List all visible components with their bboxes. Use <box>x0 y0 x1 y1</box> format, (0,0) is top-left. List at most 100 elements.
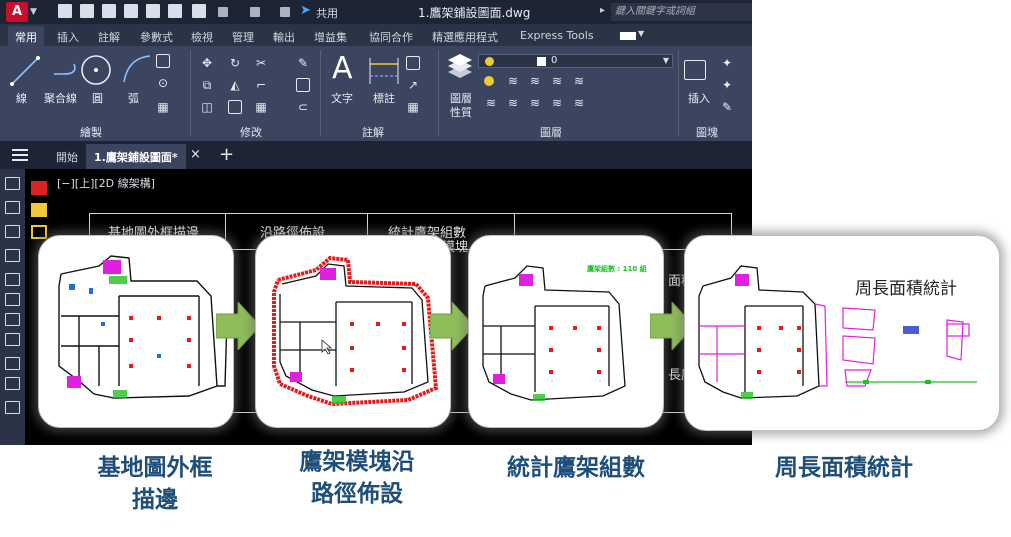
layer-off-icon[interactable] <box>484 76 494 86</box>
tab-featured-apps[interactable]: 精選應用程式 <box>432 29 498 45</box>
layer-manager-icon[interactable] <box>5 201 20 214</box>
stretch-icon[interactable]: ◫ <box>200 100 214 114</box>
corner-icon[interactable] <box>5 401 20 414</box>
copy-icon[interactable]: ⧉ <box>200 78 214 92</box>
close-icon[interactable]: × <box>190 147 201 162</box>
info-icon[interactable] <box>5 293 20 306</box>
redo-icon[interactable] <box>250 7 260 17</box>
grid-icon[interactable] <box>5 273 20 286</box>
osnap-icon[interactable] <box>5 333 20 346</box>
snap-icon[interactable] <box>5 313 20 326</box>
open-folder-icon[interactable] <box>80 4 94 18</box>
layer-properties-label-2[interactable]: 性質 <box>450 104 472 120</box>
tab-manage[interactable]: 管理 <box>232 29 254 45</box>
hatch-icon[interactable]: ⊙ <box>156 76 170 90</box>
tab-view[interactable]: 檢視 <box>191 29 213 45</box>
layer-freeze-icon[interactable]: ≋ <box>528 74 542 88</box>
print-icon[interactable] <box>192 4 206 18</box>
mirror-icon[interactable]: ◭ <box>228 78 242 92</box>
arc-button[interactable]: 弧 <box>128 90 139 106</box>
layer-thaw-icon[interactable]: ≋ <box>528 96 542 110</box>
tab-output[interactable]: 輸出 <box>273 29 295 45</box>
dimension-button[interactable]: 標註 <box>373 90 395 106</box>
tab-addins[interactable]: 增益集 <box>314 29 347 45</box>
layer-properties-icon[interactable] <box>444 52 476 82</box>
customize-qat-icon[interactable] <box>280 7 290 17</box>
palette-icon[interactable] <box>5 249 20 262</box>
line-button[interactable]: 線 <box>16 90 27 106</box>
tab-annotate[interactable]: 註解 <box>98 29 120 45</box>
trim-icon[interactable]: ✂ <box>254 56 268 70</box>
layer-isolate-icon[interactable]: ≋ <box>506 74 520 88</box>
layer-unlock-icon[interactable]: ≋ <box>550 96 564 110</box>
chevron-down-icon[interactable]: ▼ <box>638 29 644 38</box>
panel-divider <box>678 50 679 136</box>
layer-dropdown[interactable]: 0 ▼ <box>478 54 673 68</box>
share-button[interactable]: 共用 <box>316 5 338 21</box>
tab-parametric[interactable]: 參數式 <box>140 29 173 45</box>
layer-lock-icon[interactable]: ≋ <box>550 74 564 88</box>
move-icon[interactable]: ✥ <box>200 56 214 70</box>
edit-block-icon[interactable]: ✦ <box>720 78 734 92</box>
draw-panel-title[interactable]: 繪製 <box>80 124 102 140</box>
block-panel-title[interactable]: 圖塊 <box>696 124 718 140</box>
properties-icon[interactable] <box>5 177 20 190</box>
text-icon[interactable]: A <box>332 54 353 84</box>
tab-start[interactable]: 開始 <box>56 149 78 165</box>
array-icon[interactable]: ▦ <box>254 100 268 114</box>
edit-attributes-icon[interactable]: ✎ <box>720 100 734 114</box>
leader-icon[interactable]: ↗ <box>406 78 420 92</box>
scale-icon[interactable] <box>228 100 242 114</box>
multileader-icon[interactable] <box>406 56 420 70</box>
circle-button[interactable]: 圓 <box>92 90 103 106</box>
yellow-block-icon[interactable] <box>31 203 47 217</box>
explode-icon[interactable] <box>296 78 310 92</box>
refresh-icon[interactable] <box>5 357 20 370</box>
share-icon[interactable]: ➤ <box>300 3 311 18</box>
offset-icon[interactable]: ⊂ <box>296 100 310 114</box>
layer-unisolate-icon[interactable]: ≋ <box>506 96 520 110</box>
new-tab-icon[interactable]: + <box>219 144 234 165</box>
chevron-right-icon[interactable]: ▸ <box>600 5 605 16</box>
save-icon[interactable] <box>102 4 116 18</box>
layer-match-icon[interactable]: ≋ <box>572 74 586 88</box>
design-center-icon[interactable] <box>5 225 20 238</box>
open-web-icon[interactable] <box>146 4 160 18</box>
save-web-icon[interactable] <box>168 4 182 18</box>
layer-previous-icon[interactable]: ≋ <box>484 96 498 110</box>
layer-walk-icon[interactable]: ≋ <box>572 96 586 110</box>
create-block-icon[interactable]: ✦ <box>720 56 734 70</box>
viewport-label[interactable]: [−][上][2D 線架構] <box>57 175 155 191</box>
tab-collaborate[interactable]: 協同合作 <box>369 29 413 45</box>
app-menu-button[interactable]: A <box>6 2 28 22</box>
tab-express-tools[interactable]: Express Tools <box>520 29 594 42</box>
fillet-icon[interactable]: ⌐ <box>254 78 268 92</box>
panel-toggle-icon[interactable] <box>620 32 636 40</box>
tab-active-drawing[interactable]: 1.鷹架鋪設圖面* <box>86 144 186 169</box>
modify-panel-title[interactable]: 修改 <box>240 124 262 140</box>
polyline-button[interactable]: 聚合線 <box>44 90 77 106</box>
layers-panel-title[interactable]: 圖層 <box>540 124 562 140</box>
chevron-down-icon: ▼ <box>662 56 669 65</box>
insert-block-icon[interactable] <box>684 60 706 80</box>
table-icon[interactable]: ▦ <box>406 100 420 114</box>
gradient-icon[interactable]: ▦ <box>156 100 170 114</box>
chevron-down-icon[interactable]: ▼ <box>30 7 37 17</box>
undo-icon[interactable] <box>218 7 228 17</box>
tab-insert[interactable]: 插入 <box>57 29 79 45</box>
erase-icon[interactable]: ✎ <box>296 56 310 70</box>
rotate-icon[interactable]: ↻ <box>228 56 242 70</box>
text-button[interactable]: 文字 <box>331 90 353 106</box>
red-block-icon[interactable] <box>31 181 47 195</box>
dimension-icon[interactable] <box>366 56 402 86</box>
search-input[interactable]: 鍵入關鍵字或詞組 <box>611 3 752 21</box>
menu-icon[interactable] <box>12 149 28 161</box>
new-file-icon[interactable] <box>58 4 72 18</box>
settings-icon[interactable] <box>5 377 20 390</box>
step-3-card: 鷹架組數 : 110 組 <box>468 235 664 428</box>
annotation-panel-title[interactable]: 註解 <box>362 124 384 140</box>
rectangle-icon[interactable] <box>156 54 170 68</box>
tab-home[interactable]: 常用 <box>8 26 44 48</box>
insert-button[interactable]: 插入 <box>688 90 710 106</box>
save-as-icon[interactable] <box>124 4 138 18</box>
